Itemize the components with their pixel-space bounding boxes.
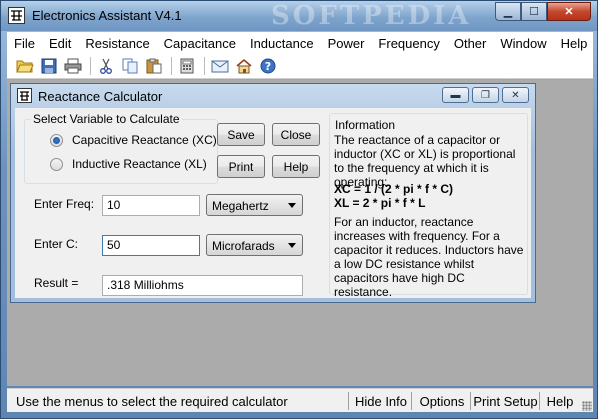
status-divider	[411, 392, 412, 410]
menu-resistance[interactable]: Resistance	[85, 36, 149, 51]
help-button[interactable]: Help	[272, 155, 320, 178]
capacitance-input[interactable]: 50	[102, 235, 200, 256]
close-calc-button[interactable]: Close	[272, 123, 320, 146]
calculator-body: Select Variable to Calculate Capacitive …	[15, 108, 531, 299]
status-divider	[348, 392, 349, 410]
c-label: Enter C:	[34, 237, 79, 251]
calculator-title: Reactance Calculator	[38, 89, 163, 104]
maximize-button[interactable]: ☐	[521, 2, 547, 21]
copy-icon[interactable]	[120, 57, 140, 75]
info-panel: Information The reactance of a capacitor…	[329, 113, 528, 299]
result-field: .318 Milliohms	[102, 275, 303, 296]
freq-unit-select[interactable]: Megahertz	[206, 194, 303, 216]
info-paragraph-2: For an inductor, reactance increases wit…	[334, 215, 524, 299]
child-title-bar[interactable]: Reactance Calculator ▬ ❐ ✕	[11, 84, 535, 106]
c-unit-select[interactable]: Microfarads	[206, 234, 303, 256]
options-button[interactable]: Options	[414, 389, 470, 413]
svg-text:?: ?	[265, 60, 271, 73]
xc-formula: XC = 1 / (2 * pi * f * C)	[334, 182, 454, 196]
freq-unit-value: Megahertz	[212, 199, 269, 213]
child-minimize-button[interactable]: ▬	[442, 87, 469, 103]
status-help-button[interactable]: Help	[541, 389, 579, 413]
status-bar: Use the menus to select the required cal…	[7, 388, 593, 412]
print-setup-button[interactable]: Print Setup	[472, 389, 539, 413]
menu-frequency[interactable]: Frequency	[378, 36, 439, 51]
menu-help[interactable]: Help	[561, 36, 588, 51]
menu-window[interactable]: Window	[500, 36, 546, 51]
paste-icon[interactable]	[144, 57, 164, 75]
hide-info-button[interactable]: Hide Info	[351, 389, 411, 413]
menu-inductance[interactable]: Inductance	[250, 36, 314, 51]
info-paragraph-1: The reactance of a capacitor or inductor…	[334, 133, 516, 189]
window-title: Electronics Assistant V4.1	[32, 8, 182, 23]
home-icon[interactable]	[234, 57, 254, 75]
freq-input[interactable]: 10	[102, 195, 200, 216]
toolbar: ?	[7, 54, 593, 79]
xl-formula: XL = 2 * pi * f * L	[334, 196, 426, 210]
mail-icon[interactable]	[210, 57, 230, 75]
toolbar-separator	[204, 57, 205, 75]
chevron-down-icon	[288, 203, 296, 208]
print-button[interactable]: Print	[217, 155, 265, 178]
variable-group: Select Variable to Calculate Capacitive …	[24, 112, 218, 184]
help-icon[interactable]: ?	[258, 57, 278, 75]
radio-button[interactable]	[50, 133, 63, 147]
result-label: Result =	[34, 276, 79, 290]
resize-grip[interactable]	[582, 401, 592, 411]
child-close-button[interactable]: ✕	[502, 87, 529, 103]
group-label: Select Variable to Calculate	[31, 112, 182, 126]
calculator-logo-icon	[17, 88, 32, 103]
status-divider	[539, 392, 540, 410]
menu-file[interactable]: File	[14, 36, 35, 51]
chevron-down-icon	[288, 243, 296, 248]
toolbar-separator	[90, 57, 91, 75]
print-icon[interactable]	[63, 57, 83, 75]
radio-button[interactable]	[50, 157, 63, 171]
menu-power[interactable]: Power	[328, 36, 365, 51]
toolbar-separator	[171, 57, 172, 75]
menu-other[interactable]: Other	[454, 36, 487, 51]
menu-bar: File Edit Resistance Capacitance Inducta…	[7, 32, 593, 54]
freq-label: Enter Freq:	[34, 197, 95, 211]
reactance-calculator-window: Reactance Calculator ▬ ❐ ✕ Select Variab…	[10, 83, 536, 303]
minimize-button[interactable]: ▁	[495, 2, 521, 21]
title-bar[interactable]: Electronics Assistant V4.1 SOFTPEDIA ▁ ☐…	[1, 1, 597, 31]
info-heading: Information	[335, 118, 396, 132]
open-folder-icon[interactable]	[15, 57, 35, 75]
save-button[interactable]: Save	[217, 123, 265, 146]
save-icon[interactable]	[39, 57, 59, 75]
close-button[interactable]: ✕	[547, 2, 591, 21]
app-logo-icon	[8, 7, 25, 24]
option-label: Inductive Reactance (XL)	[72, 157, 207, 171]
menu-capacitance[interactable]: Capacitance	[164, 36, 236, 51]
app-window: Electronics Assistant V4.1 SOFTPEDIA ▁ ☐…	[0, 0, 598, 419]
capacitive-reactance-option[interactable]: Capacitive Reactance (XC)	[50, 133, 217, 147]
inductive-reactance-option[interactable]: Inductive Reactance (XL)	[50, 157, 207, 171]
child-restore-button[interactable]: ❐	[472, 87, 499, 103]
calculator-icon[interactable]	[177, 57, 197, 75]
watermark: SOFTPEDIA	[271, 1, 472, 31]
c-unit-value: Microfarads	[212, 239, 275, 253]
menu-edit[interactable]: Edit	[49, 36, 71, 51]
status-divider	[470, 392, 471, 410]
status-message: Use the menus to select the required cal…	[16, 394, 288, 409]
cut-icon[interactable]	[96, 57, 116, 75]
option-label: Capacitive Reactance (XC)	[72, 133, 217, 147]
